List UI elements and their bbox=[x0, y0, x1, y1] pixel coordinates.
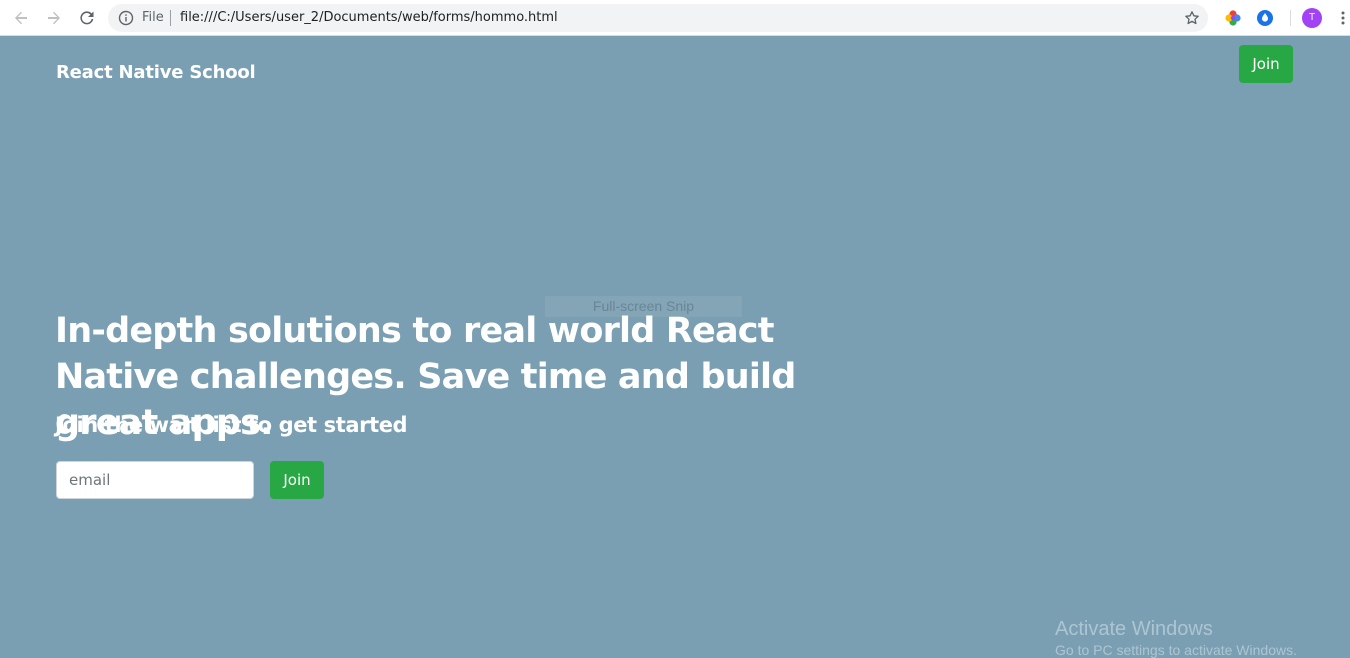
hero-subheadline: Join the wait list to get started bbox=[55, 413, 408, 437]
activate-windows-subtitle: Go to PC settings to activate Windows. bbox=[1055, 642, 1297, 658]
url-text[interactable]: file:///C:/Users/user_2/Documents/web/fo… bbox=[180, 10, 558, 26]
browser-toolbar: File file:///C:/Users/user_2/Documents/w… bbox=[0, 0, 1350, 36]
color-wheel-extension-icon[interactable] bbox=[1224, 9, 1242, 27]
reload-icon[interactable] bbox=[75, 6, 99, 30]
brand-logo-text[interactable]: React Native School bbox=[56, 62, 256, 83]
header-join-button[interactable]: Join bbox=[1239, 45, 1293, 83]
back-arrow-icon[interactable] bbox=[9, 6, 33, 30]
page-content: React Native School Join Full-screen Sni… bbox=[0, 36, 1350, 658]
star-icon[interactable] bbox=[1184, 10, 1200, 26]
kebab-menu-icon[interactable] bbox=[1336, 10, 1350, 26]
info-icon[interactable] bbox=[118, 10, 134, 26]
url-scheme-label: File bbox=[142, 10, 164, 25]
toolbar-divider bbox=[1290, 10, 1291, 26]
blue-drop-extension-icon[interactable] bbox=[1256, 9, 1274, 27]
url-separator bbox=[170, 10, 171, 26]
address-bar[interactable]: File file:///C:/Users/user_2/Documents/w… bbox=[108, 4, 1208, 32]
signup-join-button[interactable]: Join bbox=[270, 461, 324, 499]
activate-windows-title: Activate Windows bbox=[1055, 618, 1213, 640]
forward-arrow-icon[interactable] bbox=[42, 6, 66, 30]
email-input[interactable] bbox=[56, 461, 254, 499]
profile-avatar[interactable]: T bbox=[1302, 8, 1322, 28]
